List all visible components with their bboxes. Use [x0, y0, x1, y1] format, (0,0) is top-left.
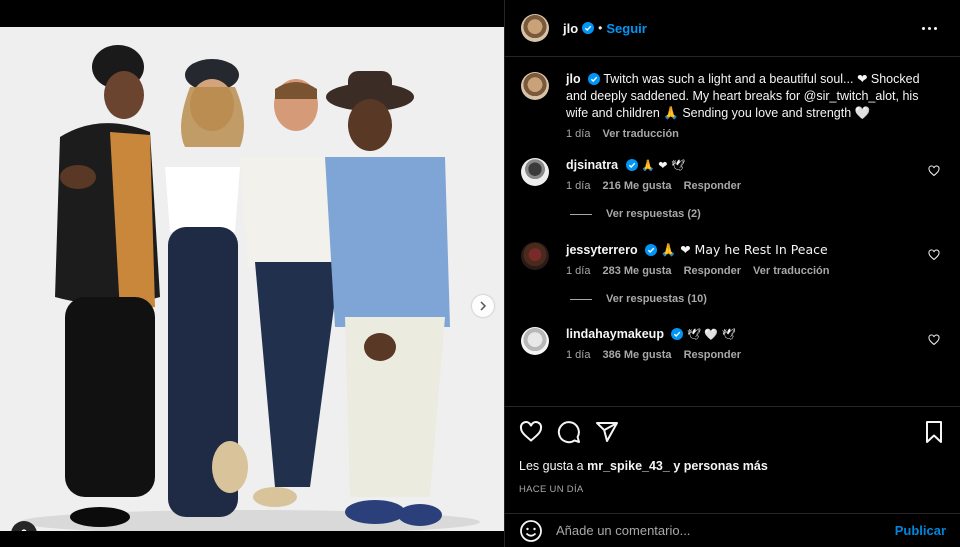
- post-media[interactable]: [0, 27, 504, 531]
- heart-icon[interactable]: [928, 249, 940, 261]
- verified-badge-icon: [625, 159, 638, 171]
- heart-icon[interactable]: [928, 334, 940, 346]
- caption-text: Twitch was such a light and a beautiful …: [566, 72, 920, 120]
- author-username[interactable]: jlo: [563, 21, 578, 36]
- comment-username[interactable]: djsinatra: [566, 158, 618, 172]
- avatar[interactable]: [521, 14, 549, 42]
- likes-prefix: Les gusta a: [519, 459, 584, 473]
- comment-time: 1 día: [566, 349, 591, 361]
- separator-dot: •: [598, 21, 603, 35]
- emoji-icon[interactable]: [519, 519, 543, 543]
- publish-button[interactable]: Publicar: [895, 523, 946, 538]
- share-icon[interactable]: [595, 420, 619, 444]
- avatar[interactable]: [521, 242, 549, 270]
- heart-icon[interactable]: [519, 420, 543, 444]
- likes-line: Les gusta a mr_spike_43_ y personas más: [519, 459, 946, 473]
- comment-likes[interactable]: 386 Me gusta: [602, 349, 671, 361]
- comment-username[interactable]: lindahaymakeup: [566, 327, 664, 341]
- comments-section[interactable]: jlo Twitch was such a light and a beauti…: [505, 57, 960, 406]
- comment-text: 🙏 ❤ 🕊: [641, 159, 685, 172]
- view-replies-label: Ver respuestas (2): [606, 208, 701, 220]
- avatar[interactable]: [521, 327, 549, 355]
- view-replies-button[interactable]: Ver respuestas (10): [570, 293, 944, 305]
- post-sidebar: jlo • Seguir jlo Twitch was such a light…: [504, 0, 960, 547]
- add-comment-bar: Añade un comentario... Publicar: [505, 513, 960, 547]
- comment-time: 1 día: [566, 180, 591, 192]
- caption-text-block: jlo Twitch was such a light and a beauti…: [566, 71, 926, 122]
- comment-input[interactable]: Añade un comentario...: [556, 523, 895, 538]
- reply-button[interactable]: Responder: [684, 180, 741, 192]
- next-arrow-icon: [480, 301, 487, 311]
- liked-by-user[interactable]: mr_spike_43_: [587, 459, 670, 473]
- verified-badge-icon: [671, 328, 684, 340]
- post-actions: Les gusta a mr_spike_43_ y personas más …: [505, 406, 960, 495]
- post-timestamp[interactable]: HACE UN DÍA: [519, 484, 946, 495]
- caption: jlo Twitch was such a light and a beauti…: [521, 71, 944, 140]
- verified-badge-icon: [588, 73, 601, 85]
- follow-button[interactable]: Seguir: [606, 21, 646, 36]
- avatar[interactable]: [521, 72, 549, 100]
- comment-icon[interactable]: [557, 420, 581, 444]
- comment-likes[interactable]: 283 Me gusta: [602, 265, 671, 277]
- avatar[interactable]: [521, 158, 549, 186]
- comment-text: 🙏 ❤ May he Rest In Peace: [660, 242, 828, 257]
- verified-badge-icon: [582, 22, 595, 34]
- bookmark-icon[interactable]: [922, 420, 946, 444]
- view-replies-button[interactable]: Ver respuestas (2): [570, 208, 944, 220]
- comment-time: 1 día: [566, 265, 591, 277]
- verified-badge-icon: [645, 244, 658, 256]
- caption-username[interactable]: jlo: [566, 72, 581, 86]
- more-options-icon[interactable]: [922, 20, 942, 36]
- reply-button[interactable]: Responder: [684, 349, 741, 361]
- comment-item: jessyterrero 🙏 ❤ May he Rest In Peace 1 …: [521, 241, 944, 277]
- comment-likes[interactable]: 216 Me gusta: [602, 180, 671, 192]
- reply-button[interactable]: Responder: [684, 265, 741, 277]
- translate-link[interactable]: Ver traducción: [602, 128, 678, 140]
- translate-link[interactable]: Ver traducción: [753, 265, 829, 277]
- comment-item: djsinatra 🙏 ❤ 🕊 1 día 216 Me gusta Respo…: [521, 157, 944, 192]
- caption-meta: 1 día Ver traducción: [566, 128, 926, 140]
- comment-text: 🕊 🤍 🕊: [686, 328, 736, 341]
- post-photo: [0, 27, 504, 531]
- user-tag-icon: [21, 529, 27, 531]
- comment-item: lindahaymakeup 🕊 🤍 🕊 1 día 386 Me gusta …: [521, 326, 944, 361]
- heart-icon[interactable]: [928, 165, 940, 177]
- post-header: jlo • Seguir: [505, 0, 960, 57]
- view-replies-label: Ver respuestas (10): [606, 293, 707, 305]
- next-photo-button[interactable]: [472, 295, 494, 317]
- caption-time: 1 día: [566, 128, 591, 140]
- likes-suffix[interactable]: y personas más: [673, 459, 768, 473]
- comment-username[interactable]: jessyterrero: [566, 243, 638, 257]
